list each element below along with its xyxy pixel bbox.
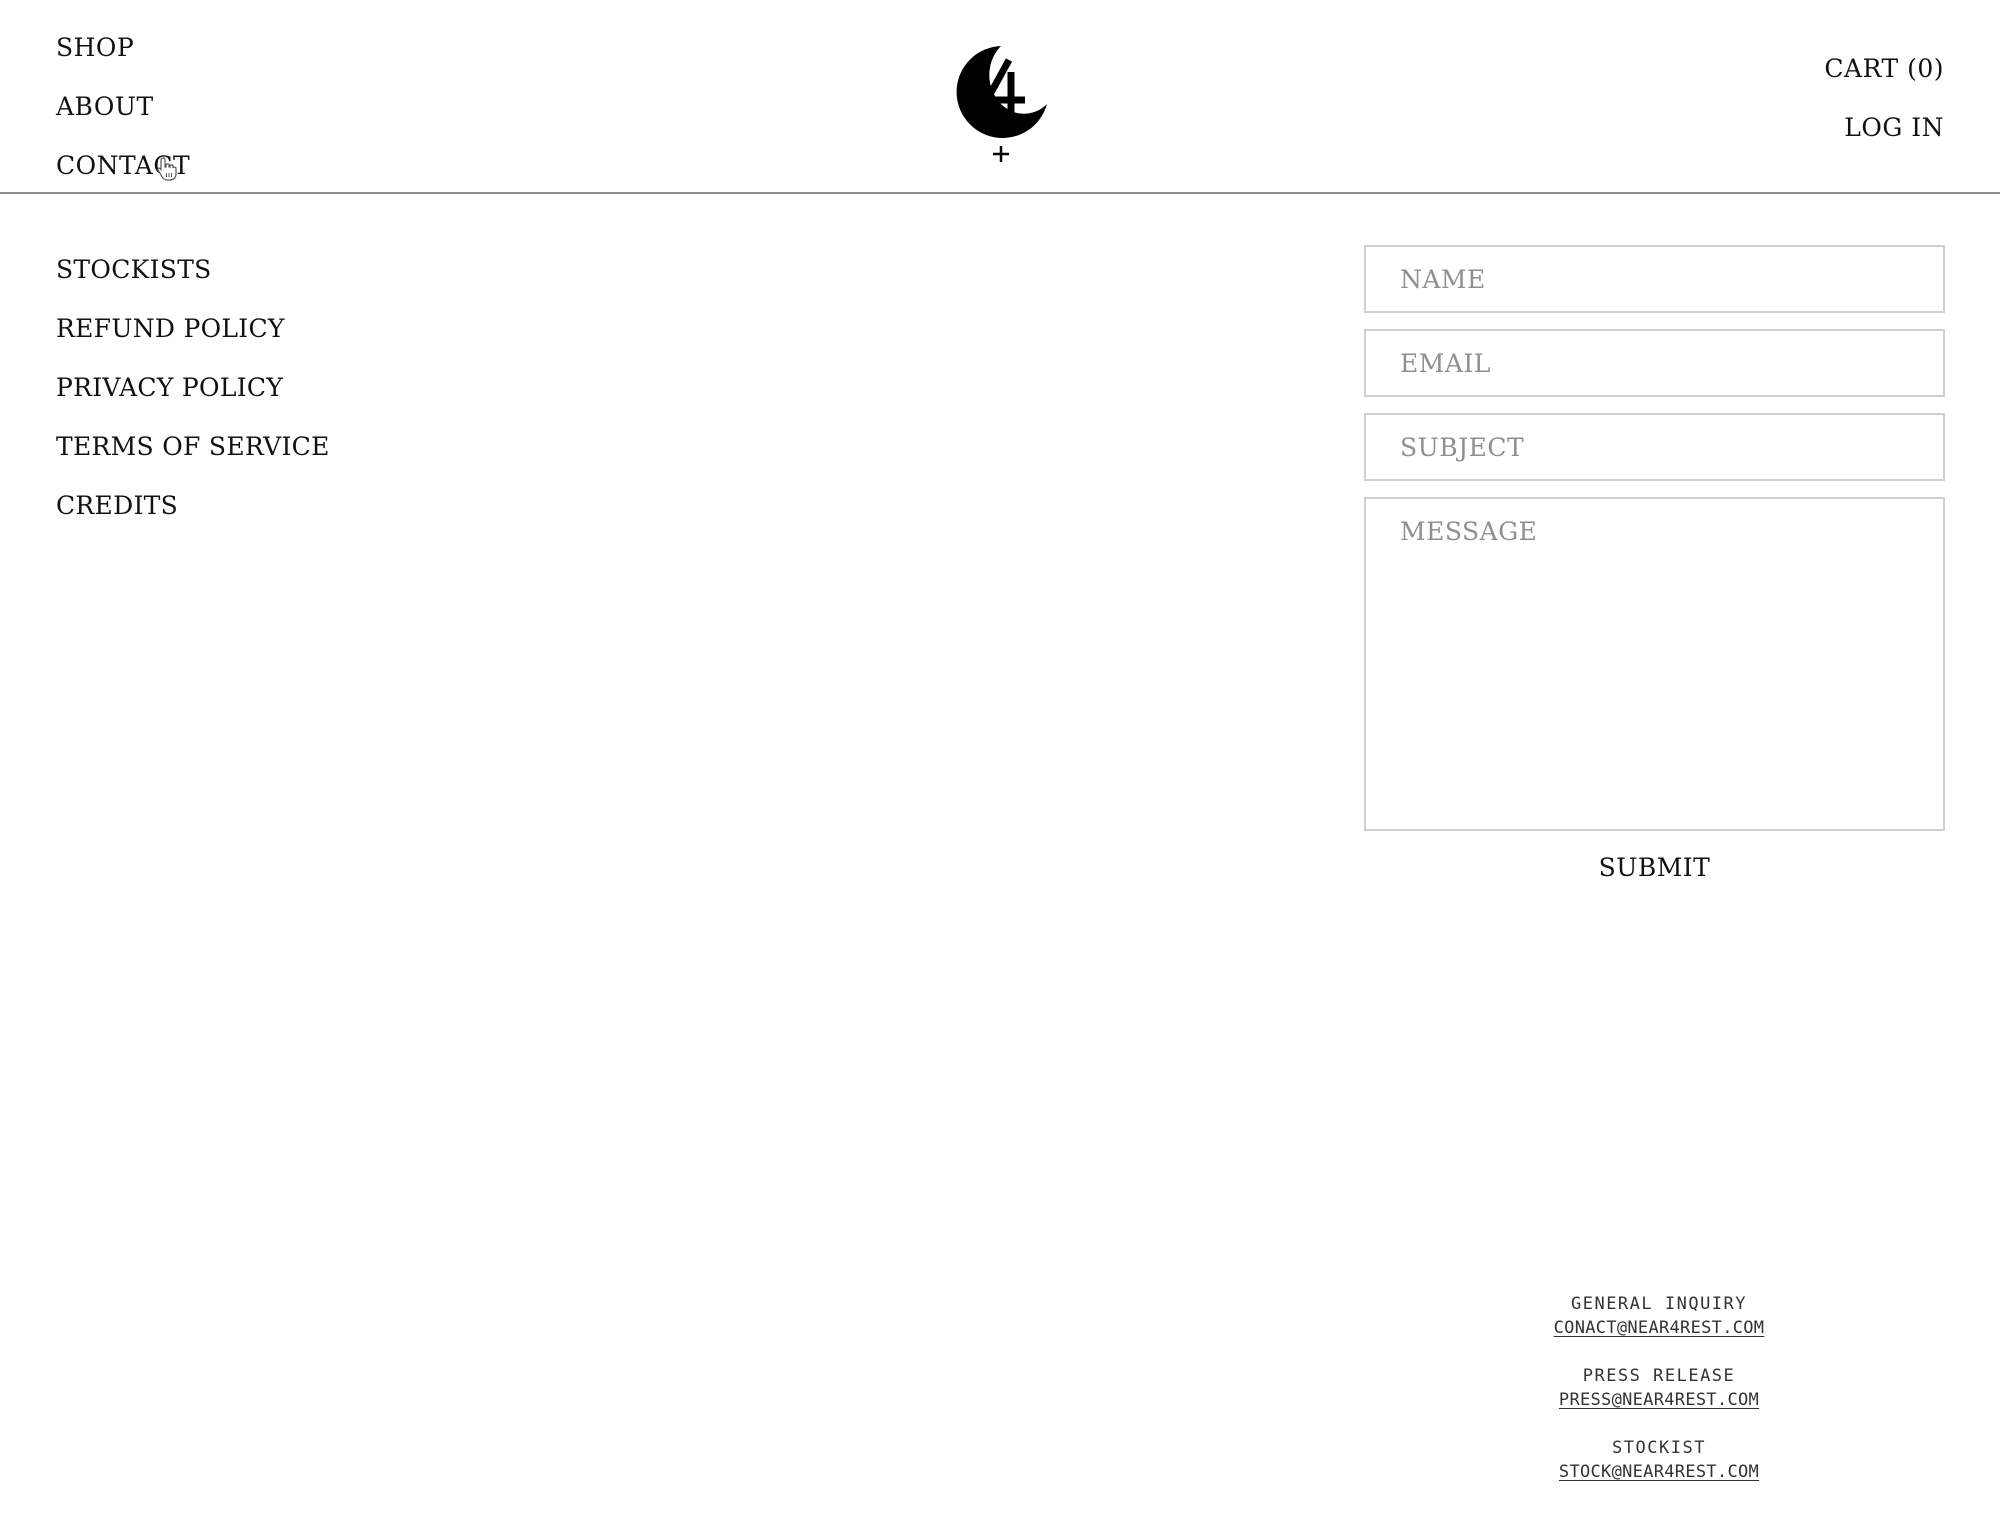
account-nav: CART (0) LOG IN [1824,39,1944,157]
stockist-label: STOCKIST [1612,1438,1706,1458]
stockists-link[interactable]: STOCKISTS [56,240,330,299]
email-input[interactable] [1364,329,1945,397]
credits-link[interactable]: CREDITS [56,476,330,535]
cart-link[interactable]: CART (0) [1824,39,1944,98]
name-input[interactable] [1364,245,1945,313]
stockist-email-link[interactable]: STOCK@NEAR4REST.COM [1559,1460,1759,1484]
footer-menu: STOCKISTS REFUND POLICY PRIVACY POLICY T… [56,240,330,535]
crescent-logo-icon[interactable] [951,42,1051,166]
refund-policy-link[interactable]: REFUND POLICY [56,299,330,358]
nav-shop-link[interactable]: SHOP [56,18,190,77]
login-link[interactable]: LOG IN [1844,98,1944,157]
submit-button[interactable]: SUBMIT [1589,847,1721,888]
general-inquiry-label: GENERAL INQUIRY [1570,1294,1748,1314]
contact-info: GENERAL INQUIRY CONACT@NEAR4REST.COM PRE… [1459,1292,1859,1508]
general-inquiry-email-link[interactable]: CONACT@NEAR4REST.COM [1554,1316,1765,1340]
terms-of-service-link[interactable]: TERMS OF SERVICE [56,417,330,476]
stockist-group: STOCKIST STOCK@NEAR4REST.COM [1459,1436,1859,1484]
message-textarea[interactable] [1364,497,1945,831]
site-header: SHOP ABOUT CONTACT CART (0) LOG IN [0,0,2000,194]
press-release-group: PRESS RELEASE PRESS@NEAR4REST.COM [1459,1364,1859,1412]
press-release-email-link[interactable]: PRESS@NEAR4REST.COM [1559,1388,1759,1412]
subject-input[interactable] [1364,413,1945,481]
nav-about-link[interactable]: ABOUT [56,77,190,136]
press-release-label: PRESS RELEASE [1582,1366,1736,1386]
privacy-policy-link[interactable]: PRIVACY POLICY [56,358,330,417]
hand-pointer-icon [157,157,177,181]
general-inquiry-group: GENERAL INQUIRY CONACT@NEAR4REST.COM [1459,1292,1859,1340]
contact-form: SUBMIT [1364,245,1945,888]
